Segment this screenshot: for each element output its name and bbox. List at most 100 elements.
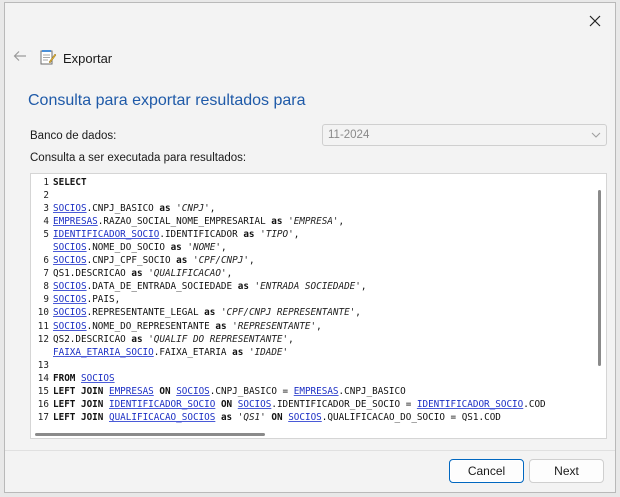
code-line: 3 SOCIOS.CNPJ_BASICO as 'CNPJ', [35,202,546,215]
line-number: 15 [37,385,49,397]
code-token: as [215,320,227,332]
code-token: ON [220,398,233,410]
code-token: as [159,203,171,215]
database-select-value: 11-2024 [328,129,370,141]
code-token: , [220,242,227,254]
code-line: 15 LEFT JOIN EMPRESAS ON SOCIOS.CNPJ_BASI… [35,385,546,398]
code-token: SOCIOS [53,320,87,332]
code-token: 'QUALIFICACAO' [148,268,227,280]
close-icon [589,15,601,27]
line-number: 10 [37,307,49,319]
code-token: .DATA_DE_ENTRADA_SOCIEDADE [86,281,238,293]
code-token: QUALIFICACAO_SOCIOS [108,411,216,423]
code-token: .PAIS, [86,294,121,306]
code-token: LEFT JOIN [53,398,104,410]
line-number: 7 [43,268,49,280]
code-token: SOCIOS [53,242,87,254]
code-line: 14 FROM SOCIOS [35,372,546,385]
code-line: 9 SOCIOS.PAIS, [35,293,546,306]
code-token: .COD [523,398,546,410]
code-token: SOCIOS [81,372,115,384]
code-token: as [232,346,244,358]
code-token: SOCIOS [237,398,272,410]
code-token: .NOME_DO_REPRESENTANTE [86,320,216,332]
code-line: FAIXA_ETARIA_SOCIO.FAIXA_ETARIA as 'IDAD… [35,346,546,359]
code-line: 4 EMPRESAS.RAZAO_SOCIAL_NOME_EMPRESARIAL … [35,215,546,228]
code-token: SOCIOS [288,411,322,423]
line-number: 6 [43,255,49,267]
code-line: 6 SOCIOS.CNPJ_CPF_SOCIO as 'CPF/CNPJ', [35,254,546,267]
code-line: 2 [35,189,546,202]
line-number: 2 [43,190,49,202]
code-token: EMPRESAS [108,385,154,397]
database-select[interactable]: 11-2024 [322,124,607,146]
code-token: , [360,281,367,293]
code-line: 13 [35,359,546,372]
code-token: SOCIOS [53,255,87,267]
code-token: .QUALIFICACAO_DO_SOCIO = QS1.COD [321,411,501,423]
code-token: , [226,268,233,280]
dialog-title: Exportar [63,51,113,66]
next-button[interactable]: Next [529,459,604,483]
notepad-icon [39,48,57,66]
code-token: , [248,255,255,267]
close-button[interactable] [581,9,609,33]
horizontal-scrollbar[interactable] [35,433,265,436]
code-token: 'CPF/CNPJ' [192,255,249,267]
code-token: 'REPRESENTANTE' [232,320,317,332]
code-token: QS2.DESCRICAO [53,333,132,345]
line-number: 9 [43,294,49,306]
line-number: 17 [37,411,49,423]
code-line: 11 SOCIOS.NOME_DO_REPRESENTANTE as 'REPRE… [35,320,546,333]
code-token: SOCIOS [53,307,87,319]
code-token: , [288,333,294,345]
code-token: QS1.DESCRICAO [53,268,132,280]
code-token: as [176,255,188,267]
code-token: FAIXA_ETARIA_SOCIO [53,346,154,358]
code-token: , [355,307,361,319]
code-line: 16 LEFT JOIN IDENTIFICADOR_SOCIO ON SOCIO… [35,398,546,411]
code-token: .CNPJ_BASICO [86,203,160,215]
code-token: as [243,229,255,241]
code-token: IDENTIFICADOR_SOCIO [416,398,524,410]
code-token: 'CNPJ' [176,203,210,215]
code-token: .CNPJ_BASICO [338,385,406,397]
cancel-button[interactable]: Cancel [449,459,524,483]
code-line: 1 SELECT [35,176,546,189]
line-number: 4 [43,216,49,228]
code-line: 8 SOCIOS.DATA_DE_ENTRADA_SOCIEDADE as 'EN… [35,280,546,293]
code-token: .FAIXA_ETARIA [153,346,233,358]
code-token: as [237,281,249,293]
code-token: .RAZAO_SOCIAL_NOME_EMPRESARIAL [97,216,272,228]
code-token: 'NOME' [187,242,221,254]
code-token: , [293,229,300,241]
code-token: SELECT [53,177,87,188]
code-line: 17 LEFT JOIN QUALIFICACAO_SOCIOS as 'QS1'… [35,411,546,424]
code-line: 7 QS1.DESCRICAO as 'QUALIFICACAO', [35,267,546,280]
line-number: 5 [43,229,49,241]
vertical-scrollbar[interactable] [598,190,601,366]
code-token: 'QUALIF DO REPRESENTANTE' [148,333,289,345]
code-token: as [131,333,143,345]
code-token: 'IDADE' [248,346,289,358]
code-token: as [204,307,216,319]
line-number: 8 [43,281,49,293]
code-token: , [209,203,216,215]
code-line: 12 QS2.DESCRICAO as 'QUALIF DO REPRESENTA… [35,333,546,346]
code-token: , [316,320,322,332]
export-dialog: Exportar Consulta para exportar resultad… [4,2,616,493]
code-token: IDENTIFICADOR_SOCIO [53,229,160,241]
back-button[interactable] [11,47,29,65]
code-token: 'QS1' [237,411,266,423]
code-token: .IDENTIFICADOR_DE_SOCIO = [271,398,417,410]
line-number: 14 [37,372,49,384]
code-token: as [271,216,283,228]
line-number: 16 [37,398,49,410]
chevron-down-icon [591,130,601,142]
query-editor[interactable]: 1 SELECT 2 3 SOCIOS.CNPJ_BASICO as 'CNPJ', 4 E… [30,173,607,439]
line-number: 1 [43,177,49,188]
line-number: 3 [43,203,49,215]
code-line: 10 SOCIOS.REPRESENTANTE_LEGAL as 'CPF/CNP… [35,306,546,319]
code-token: 'TIPO' [260,229,294,241]
code-token: FROM [53,372,76,384]
